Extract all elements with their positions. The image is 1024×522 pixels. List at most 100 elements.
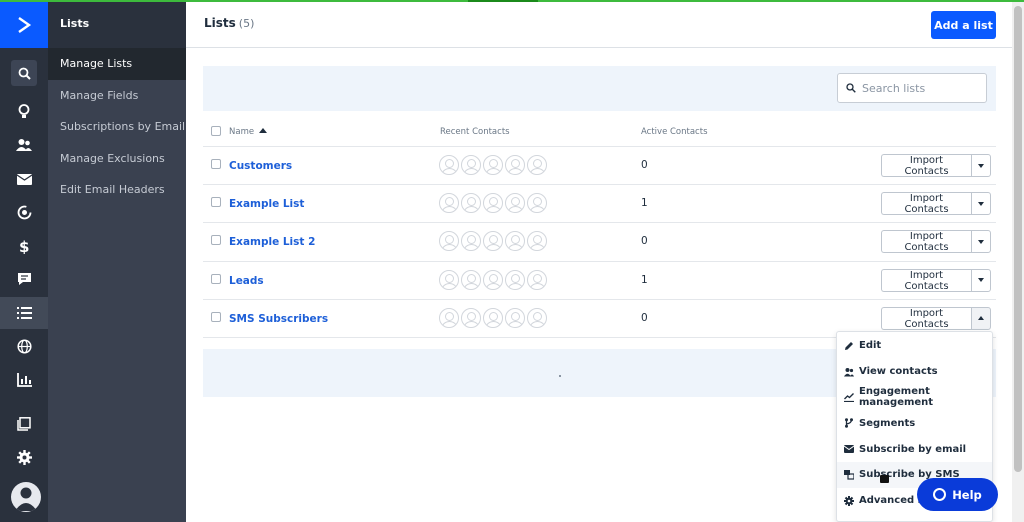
select-all-checkbox[interactable] — [211, 126, 221, 136]
search-box[interactable] — [837, 73, 987, 103]
menu-item-label: Subscribe by email — [859, 443, 967, 455]
contacts-icon — [844, 367, 854, 377]
import-contacts-button[interactable]: Import Contacts — [881, 268, 971, 292]
avatar-placeholder-icon — [461, 193, 481, 214]
globe-icon[interactable] — [0, 330, 48, 362]
avatar-placeholder-icon — [483, 307, 503, 328]
pages-icon[interactable] — [0, 408, 48, 440]
help-label: Help — [952, 487, 982, 502]
chevron-down-icon — [978, 239, 984, 244]
rail-search[interactable] — [0, 57, 48, 89]
menu-item-label: Engagement management — [859, 386, 934, 409]
menu-item-edit[interactable]: Edit — [837, 333, 992, 359]
import-contacts-split-button: Import Contacts — [881, 306, 991, 330]
list-name-link[interactable]: Example List — [229, 198, 304, 210]
row-checkbox[interactable] — [211, 235, 221, 246]
column-name[interactable]: Name — [229, 127, 268, 137]
icon-rail: $ — [0, 2, 48, 522]
submenu-item-manage-exclusions[interactable]: Manage Exclusions — [48, 143, 186, 175]
menu-item-label: View contacts — [859, 366, 938, 378]
help-button[interactable]: Help — [917, 478, 998, 511]
envelope-icon[interactable] — [0, 163, 48, 195]
lightbulb-icon[interactable] — [0, 95, 48, 127]
add-list-button[interactable]: Add a list — [931, 11, 996, 39]
avatar-placeholder-icon — [439, 269, 459, 290]
row-checkbox[interactable] — [211, 159, 221, 169]
submenu-item-manage-fields[interactable]: Manage Fields — [48, 80, 186, 112]
lists-submenu: Lists Manage Lists Manage Fields Subscri… — [48, 2, 186, 522]
avatar-placeholder-icon — [461, 155, 481, 175]
segments-icon — [844, 418, 854, 428]
automations-icon[interactable] — [0, 196, 48, 228]
chevron-down-icon — [978, 163, 984, 168]
chart-icon[interactable] — [0, 364, 48, 396]
import-contacts-split-button: Import Contacts — [881, 268, 991, 292]
submenu-item-edit-email-headers[interactable]: Edit Email Headers — [48, 174, 186, 206]
avatar-placeholder-icon — [439, 155, 459, 175]
menu-item-view-contacts[interactable]: View contacts — [837, 359, 992, 385]
gear-icon[interactable] — [0, 441, 48, 473]
column-active-contacts: Active Contacts — [641, 127, 708, 137]
chevron-down-icon — [978, 278, 984, 283]
envelope-icon — [844, 444, 854, 454]
active-contacts-count: 1 — [641, 273, 648, 286]
logo-chevron-icon[interactable] — [0, 2, 48, 48]
avatar-placeholder-icon — [461, 307, 481, 328]
menu-item-label: Segments — [859, 417, 916, 429]
sort-ascending-icon — [259, 128, 268, 133]
avatar-placeholder-icon — [527, 193, 547, 214]
submenu-title: Lists — [48, 2, 186, 48]
page-scrollbar[interactable] — [1012, 2, 1024, 522]
avatar-placeholder-icon — [505, 307, 525, 328]
recent-contacts-avatars — [439, 155, 547, 175]
table-row: Example List 1 Import Contacts — [203, 185, 996, 224]
scrollbar-thumb[interactable] — [1014, 6, 1022, 472]
import-contacts-button[interactable]: Import Contacts — [881, 230, 971, 254]
row-actions-toggle[interactable] — [971, 154, 991, 177]
list-icon[interactable] — [0, 297, 48, 329]
mouse-cursor-icon — [880, 475, 889, 483]
row-checkbox[interactable] — [211, 273, 221, 284]
active-contacts-count: 0 — [641, 311, 648, 324]
dollar-icon[interactable]: $ — [0, 230, 48, 262]
recent-contacts-avatars — [439, 231, 547, 252]
avatar-placeholder-icon — [527, 231, 547, 252]
row-actions-toggle[interactable] — [971, 192, 991, 216]
avatar-placeholder-icon — [461, 231, 481, 252]
import-contacts-button[interactable]: Import Contacts — [881, 192, 971, 216]
row-actions-toggle[interactable] — [971, 230, 991, 254]
menu-item-segments[interactable]: Segments — [837, 410, 992, 436]
row-actions-toggle[interactable] — [971, 268, 991, 292]
import-contacts-button[interactable]: Import Contacts — [881, 306, 971, 330]
trend-icon — [844, 392, 854, 403]
table-row: Example List 2 0 Import Contacts — [203, 223, 996, 262]
menu-item-engagement-management[interactable]: Engagement management — [837, 385, 992, 411]
contacts-icon[interactable] — [0, 129, 48, 161]
row-checkbox[interactable] — [211, 311, 221, 322]
list-name-link[interactable]: Example List 2 — [229, 236, 315, 248]
submenu-item-subscriptions-by-email[interactable]: Subscriptions by Email — [48, 111, 186, 143]
recent-contacts-avatars — [439, 269, 547, 290]
conversations-icon[interactable] — [0, 263, 48, 295]
table-row: Customers 0 Import Contacts — [203, 147, 996, 186]
menu-item-subscribe-by-email[interactable]: Subscribe by email — [837, 436, 992, 462]
active-contacts-count: 0 — [641, 159, 648, 171]
import-contacts-button[interactable]: Import Contacts — [881, 154, 971, 177]
list-name-link[interactable]: SMS Subscribers — [229, 313, 328, 325]
avatar-icon[interactable] — [11, 482, 41, 512]
list-count: (5) — [238, 17, 255, 30]
row-actions-toggle[interactable] — [971, 306, 991, 330]
import-contacts-split-button: Import Contacts — [881, 154, 991, 177]
recent-contacts-avatars — [439, 193, 547, 214]
list-name-link[interactable]: Customers — [229, 160, 292, 172]
row-checkbox[interactable] — [211, 197, 221, 208]
chevron-down-icon — [978, 201, 984, 206]
avatar-placeholder-icon — [527, 155, 547, 175]
avatar-placeholder-icon — [505, 155, 525, 175]
list-name-link[interactable]: Leads — [229, 275, 264, 287]
lists-table: Name Recent Contacts Active Contacts Cus… — [203, 114, 996, 338]
table-row: Leads 1 Import Contacts — [203, 262, 996, 300]
search-input[interactable] — [862, 81, 980, 95]
submenu-item-manage-lists[interactable]: Manage Lists — [48, 48, 186, 80]
avatar-placeholder-icon — [483, 231, 503, 252]
